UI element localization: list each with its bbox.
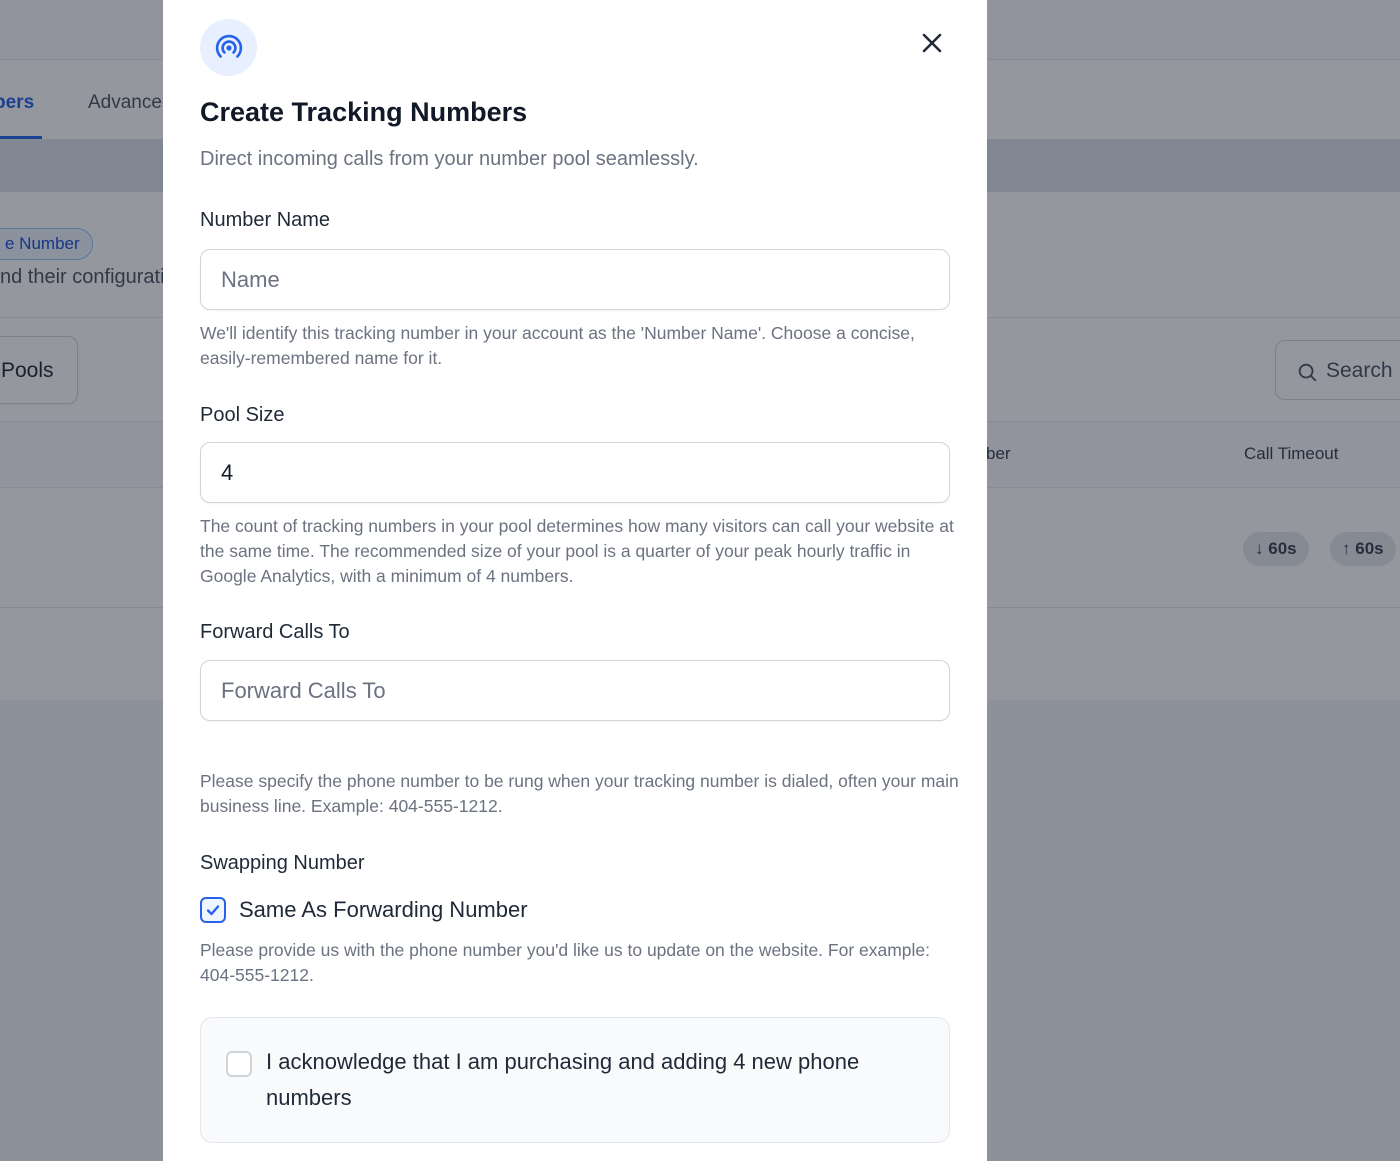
forward-calls-help: Please specify the phone number to be ru… xyxy=(200,771,959,816)
checkmark-icon xyxy=(206,905,220,916)
swapping-number-help: Please provide us with the phone number … xyxy=(200,940,931,985)
same-as-forwarding-label[interactable]: Same As Forwarding Number xyxy=(239,897,528,923)
forward-calls-label: Forward Calls To xyxy=(200,621,350,643)
create-tracking-numbers-modal: Create Tracking Numbers Direct incoming … xyxy=(163,0,987,1161)
number-name-help: We'll identify this tracking number in y… xyxy=(200,323,915,368)
checkbox-checked[interactable] xyxy=(200,897,226,923)
modal-title: Create Tracking Numbers xyxy=(200,97,528,127)
close-button[interactable] xyxy=(915,26,949,60)
acknowledge-checkbox[interactable] xyxy=(226,1051,252,1077)
acknowledge-label[interactable]: I acknowledge that I am purchasing and a… xyxy=(266,1044,906,1116)
forward-calls-input[interactable] xyxy=(200,660,950,721)
pool-size-input[interactable] xyxy=(200,442,950,503)
same-as-forwarding-checkbox[interactable]: Same As Forwarding Number xyxy=(200,893,528,927)
modal-subtitle: Direct incoming calls from your number p… xyxy=(200,148,699,170)
swapping-number-label: Swapping Number xyxy=(200,852,365,874)
signal-broadcast-icon xyxy=(200,19,257,76)
number-name-label: Number Name xyxy=(200,209,331,231)
close-icon xyxy=(922,33,942,53)
number-name-input[interactable] xyxy=(200,249,950,310)
pool-size-label: Pool Size xyxy=(200,404,285,426)
acknowledge-box: I acknowledge that I am purchasing and a… xyxy=(200,1017,950,1143)
pool-size-help: The count of tracking numbers in your po… xyxy=(200,516,954,586)
